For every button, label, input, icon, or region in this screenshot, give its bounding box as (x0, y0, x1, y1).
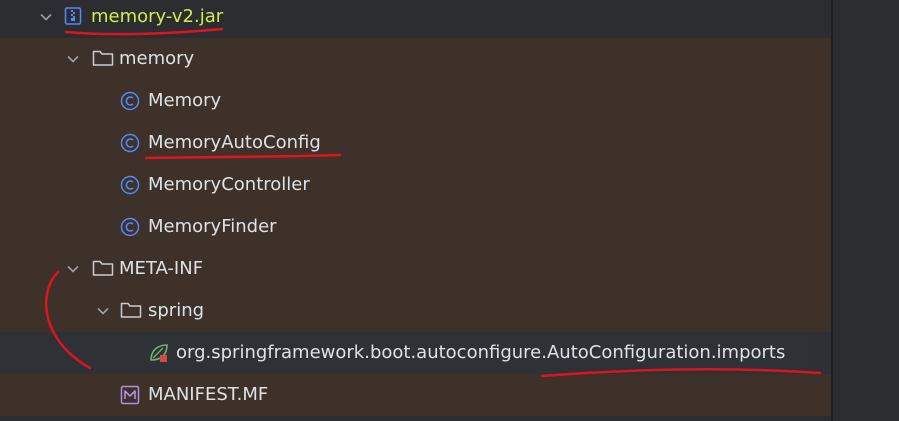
tree-item-class-memorycontroller[interactable]: MemoryController (0, 164, 831, 206)
tree-item-label: memory-v2.jar (91, 6, 224, 27)
chevron-down-icon[interactable] (66, 262, 80, 276)
tree-item-folder-spring[interactable]: spring (0, 290, 831, 332)
tree-item-class-memoryautoconfig[interactable]: MemoryAutoConfig (0, 122, 831, 164)
tree-item-file-autoconfiguration-imports[interactable]: org.springframework.boot.autoconfigure.A… (0, 332, 831, 374)
chevron-down-icon[interactable] (66, 52, 80, 66)
chevron-down-icon[interactable] (96, 304, 110, 318)
tree-item-label: MANIFEST.MF (148, 384, 269, 405)
side-gutter (833, 0, 899, 421)
java-class-icon (120, 133, 140, 153)
tree-item-label: MemoryAutoConfig (148, 132, 321, 153)
tree-item-folder-memory[interactable]: memory (0, 38, 831, 80)
spring-imports-file-icon (148, 342, 168, 362)
folder-icon (120, 301, 142, 321)
tree-item-label: Memory (148, 90, 222, 111)
tree-item-label: MemoryFinder (148, 216, 277, 237)
project-tree: memory-v2.jar memory Memory MemoryAutoCo… (0, 0, 831, 421)
tree-item-class-memory[interactable]: Memory (0, 80, 831, 122)
jar-archive-icon (64, 6, 84, 26)
tree-item-folder-meta-inf[interactable]: META-INF (0, 248, 831, 290)
tree-item-label: META-INF (119, 258, 204, 279)
folder-icon (92, 259, 114, 279)
project-tree-window: memory-v2.jar memory Memory MemoryAutoCo… (0, 0, 899, 421)
tree-item-label: memory (119, 48, 195, 69)
tree-item-file-manifest[interactable]: MANIFEST.MF (0, 374, 831, 416)
chevron-down-icon[interactable] (39, 10, 53, 24)
java-class-icon (120, 175, 140, 195)
tree-item-class-memoryfinder[interactable]: MemoryFinder (0, 206, 831, 248)
manifest-file-icon (120, 385, 140, 405)
tree-item-label: MemoryController (148, 174, 310, 195)
tree-item-label: org.springframework.boot.autoconfigure.A… (176, 342, 786, 363)
tree-item-jar[interactable]: memory-v2.jar (0, 0, 831, 38)
java-class-icon (120, 217, 140, 237)
folder-icon (92, 49, 114, 69)
tree-item-label: spring (148, 300, 205, 321)
java-class-icon (120, 91, 140, 111)
